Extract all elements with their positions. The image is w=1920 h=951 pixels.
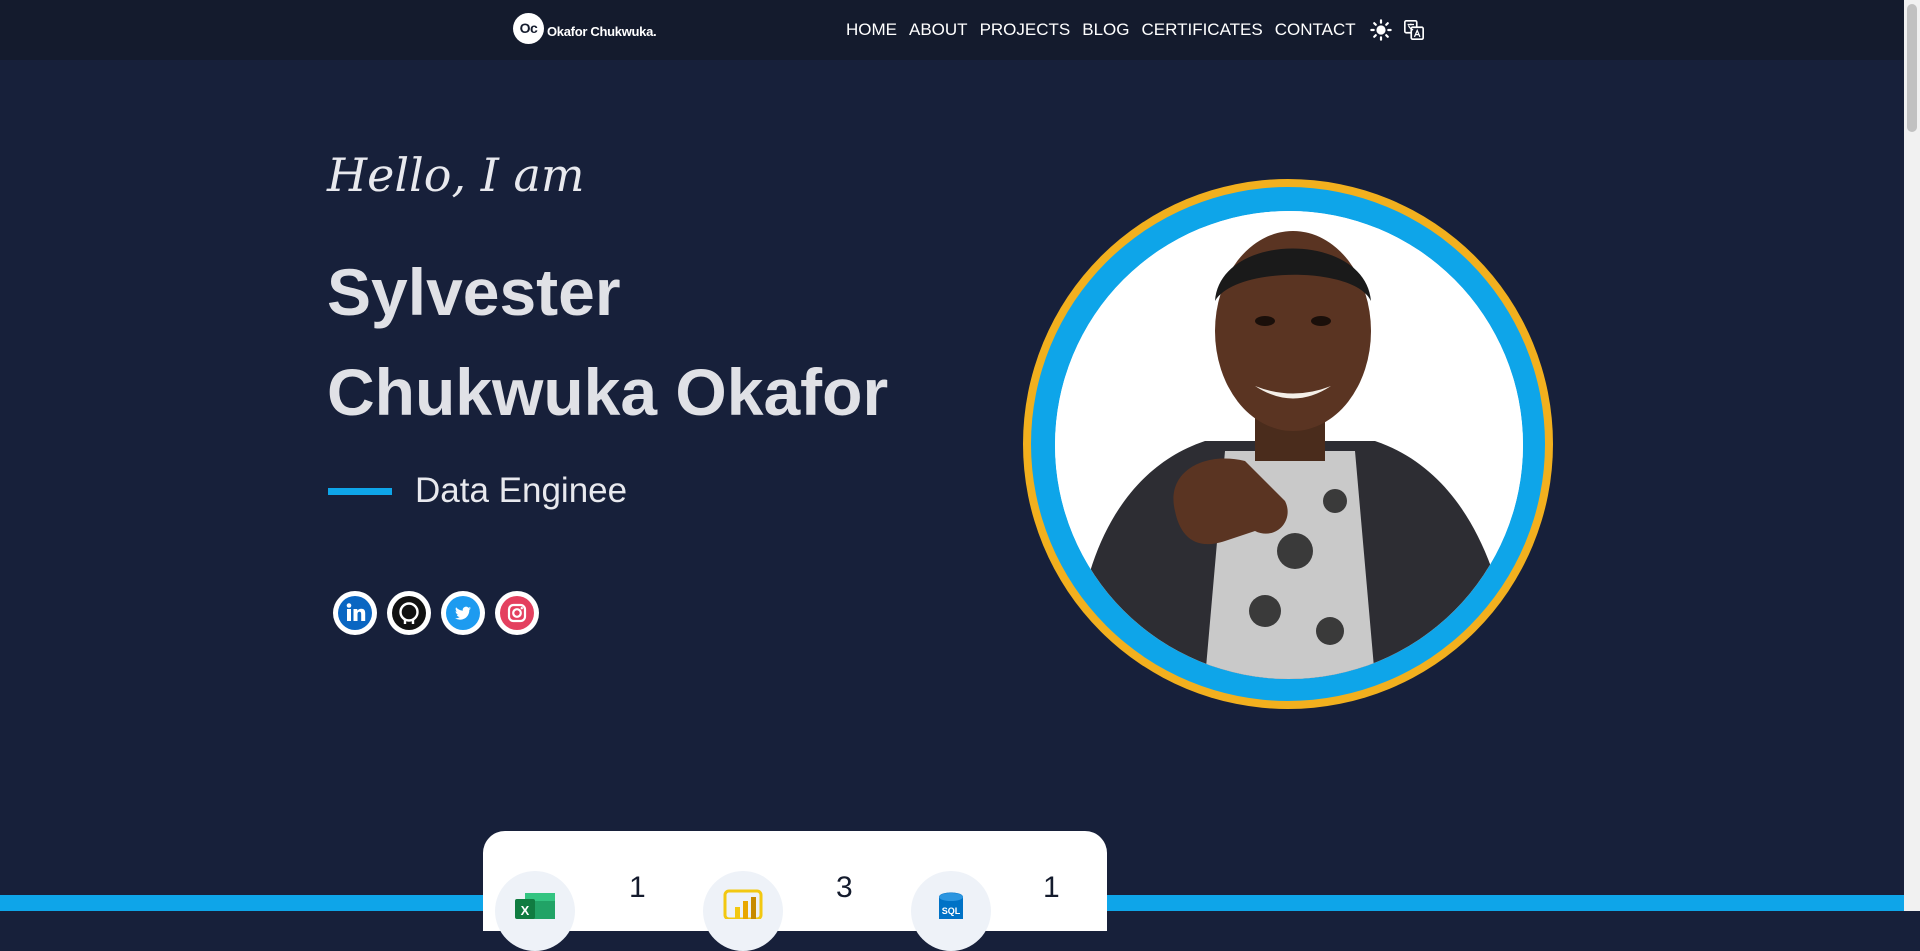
logo-name: Okafor Chukwuka. [547,23,657,39]
hero-role: Data Enginee [415,471,628,510]
github-link[interactable] [387,591,431,635]
stats-card: X 1 3 SQL 1 [483,831,1107,951]
nav-contact[interactable]: CONTACT [1275,20,1356,40]
excel-icon: X [515,893,555,919]
sql-icon: SQL [939,892,963,919]
sun-icon[interactable] [1369,19,1392,41]
main-nav: HOME ABOUT PROJECTS BLOG CERTIFICATES CO… [846,19,1434,41]
hero-name-first: Sylvester [327,255,621,329]
page-scrollbar[interactable] [1904,0,1920,911]
top-navbar: Oc Okafor Chukwuka. HOME ABOUT PROJECTS … [0,0,1904,60]
role-accent-bar [328,488,392,495]
profile-photo [1055,211,1523,679]
profile-photo-backdrop [1031,187,1545,701]
portrait-image [1055,211,1523,679]
stat-sql-value: 1 [1043,871,1060,904]
logo-badge: Oc [513,12,544,44]
translate-icon[interactable] [1403,19,1425,41]
powerbi-icon [723,889,763,919]
stat-powerbi-circle [703,871,783,951]
social-links [333,591,549,635]
stat-sql-circle: SQL [911,871,991,951]
instagram-link[interactable] [495,591,539,635]
nav-blog[interactable]: BLOG [1082,20,1129,40]
stat-excel-circle: X [495,871,575,951]
github-icon [392,596,426,630]
hero-name-rest: Chukwuka Okafor [327,355,889,429]
stat-powerbi-value: 3 [836,871,853,904]
svg-text:SQL: SQL [942,906,961,916]
nav-about[interactable]: ABOUT [909,20,968,40]
site-logo[interactable]: Oc Okafor Chukwuka. [513,12,657,44]
instagram-icon [500,596,534,630]
scrollbar-thumb[interactable] [1907,4,1917,132]
linkedin-icon [338,596,372,630]
nav-projects[interactable]: PROJECTS [980,20,1071,40]
twitter-icon [446,596,480,630]
nav-certificates[interactable]: CERTIFICATES [1142,20,1263,40]
linkedin-link[interactable] [333,591,377,635]
stat-excel-value: 1 [629,871,646,904]
profile-photo-frame [1023,179,1553,709]
nav-home[interactable]: HOME [846,20,897,40]
hero-greeting: Hello, I am [327,148,585,202]
twitter-link[interactable] [441,591,485,635]
